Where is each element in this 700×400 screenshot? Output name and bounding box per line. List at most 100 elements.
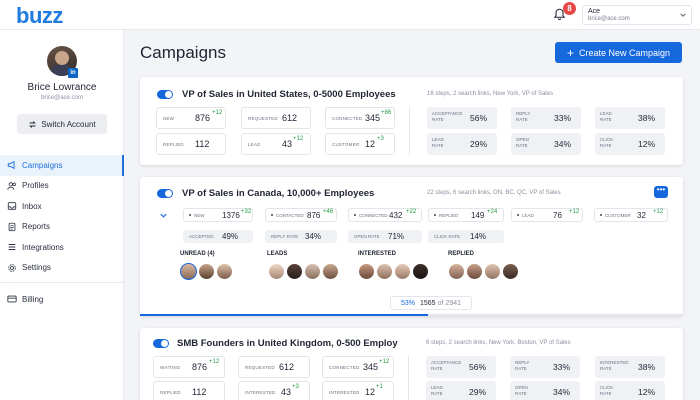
metric-label: Accepted bbox=[189, 234, 214, 239]
stat-delta: +12 bbox=[293, 136, 304, 142]
metric-value: 56% bbox=[469, 362, 487, 372]
create-campaign-button[interactable]: + Create New Campaign bbox=[555, 42, 682, 63]
stat-delta: +1 bbox=[376, 384, 383, 390]
stat-delta: +46 bbox=[323, 209, 334, 215]
sidebar-item-campaigns[interactable]: Campaigns bbox=[0, 155, 124, 176]
sidebar-item-inbox[interactable]: Inbox bbox=[0, 196, 124, 217]
sidebar: in Brice Lowrance brice@ace.com Switch A… bbox=[0, 30, 124, 400]
avatar[interactable] bbox=[376, 263, 393, 280]
stat-delta: +22 bbox=[406, 209, 417, 215]
sidebar-item-reports[interactable]: Reports bbox=[0, 217, 124, 238]
profile-email: brice@ace.com bbox=[41, 95, 83, 101]
campaign-toggle[interactable] bbox=[157, 90, 173, 99]
stat-delta: +12 bbox=[209, 359, 220, 365]
stat-value: 345 bbox=[363, 362, 379, 372]
more-options-icon[interactable]: ••• bbox=[654, 186, 668, 198]
metric-lead-rate: Lead rate 38% bbox=[595, 107, 665, 129]
stat-replied: Replied 112 bbox=[156, 133, 226, 155]
metric-reply-rate: Reply rate 34% bbox=[265, 230, 337, 243]
metric-click-rate: Click rate 12% bbox=[595, 381, 665, 400]
campaign-title[interactable]: VP of Sales in United States, 0-5000 Emp… bbox=[182, 89, 396, 100]
sidebar-item-settings[interactable]: Settings bbox=[0, 258, 124, 279]
campaign-toggle[interactable] bbox=[153, 339, 169, 348]
dot bbox=[271, 214, 273, 216]
stat-connected: Connected 432 +22 bbox=[348, 208, 422, 222]
app-logo[interactable]: buzz bbox=[16, 3, 63, 29]
campaign-card[interactable]: VP of Sales in United States, 0-5000 Emp… bbox=[140, 77, 683, 165]
stat-label: Connected bbox=[359, 213, 388, 218]
switch-account-label: Switch Account bbox=[41, 119, 96, 129]
switch-account-button[interactable]: Switch Account bbox=[17, 114, 107, 134]
avatar[interactable] bbox=[466, 263, 483, 280]
sidebar-item-label: Integrations bbox=[22, 242, 64, 252]
dot bbox=[517, 214, 519, 216]
stat-label: Contacted bbox=[276, 213, 304, 218]
avatar[interactable] bbox=[268, 263, 285, 280]
dot bbox=[354, 214, 356, 216]
stat-value: 149 bbox=[471, 211, 485, 220]
metric-label: Click rate bbox=[600, 137, 614, 148]
sidebar-item-profiles[interactable]: Profiles bbox=[0, 176, 124, 197]
avatar[interactable] bbox=[198, 263, 215, 280]
campaign-meta: 16 steps, 2 search links, New York, VP o… bbox=[427, 91, 553, 97]
stat-label: Waiting bbox=[160, 365, 181, 370]
avatar[interactable] bbox=[394, 263, 411, 280]
campaign-card[interactable]: SMB Founders in United Kingdom, 0-500 Em… bbox=[140, 328, 683, 400]
campaign-toggle[interactable] bbox=[157, 189, 173, 198]
stat-delta: +12 bbox=[379, 359, 390, 365]
avatar[interactable] bbox=[448, 263, 465, 280]
avatar[interactable] bbox=[358, 263, 375, 280]
metric-click-rate: Click rate 14% bbox=[428, 230, 504, 243]
campaign-title[interactable]: SMB Founders in United Kingdom, 0-500 Em… bbox=[177, 338, 398, 349]
account-menu[interactable]: Ace brice@ace.com bbox=[582, 5, 692, 25]
stat-value: 12 bbox=[365, 139, 376, 149]
stat-delta: +86 bbox=[381, 110, 392, 116]
stat-label: Interested bbox=[245, 390, 276, 395]
progress-counter: 53% 1565 of 2941 bbox=[390, 296, 472, 310]
stat-requested: Requested 612 bbox=[241, 107, 311, 129]
chevron-down-icon[interactable] bbox=[159, 211, 168, 220]
group-label-unread: UNREAD (4) bbox=[180, 251, 215, 257]
stat-label: Replied bbox=[163, 142, 184, 147]
stat-value: 112 bbox=[192, 387, 207, 397]
avatar[interactable] bbox=[180, 263, 197, 280]
avatar[interactable] bbox=[322, 263, 339, 280]
sidebar-item-integrations[interactable]: Integrations bbox=[0, 237, 124, 258]
stat-value: 43 bbox=[281, 387, 292, 397]
metric-value: 14% bbox=[470, 232, 487, 241]
avatar[interactable] bbox=[484, 263, 501, 280]
group-label-replied: REPLIED bbox=[448, 251, 475, 257]
metric-value: 29% bbox=[469, 387, 487, 397]
sidebar-item-label: Inbox bbox=[22, 201, 42, 211]
metric-label: Acceptance rate bbox=[432, 111, 463, 122]
stat-label: Replied bbox=[160, 390, 181, 395]
stat-label: Lead bbox=[248, 142, 261, 147]
avatar[interactable] bbox=[216, 263, 233, 280]
account-email: brice@ace.com bbox=[588, 16, 630, 22]
stat-label: New bbox=[194, 213, 205, 218]
stat-replied: Replied 112 bbox=[153, 381, 225, 400]
profile-name: Brice Lowrance bbox=[27, 82, 97, 93]
stat-connected: Connected 345 +86 bbox=[325, 107, 395, 129]
metric-value: 38% bbox=[638, 362, 656, 372]
divider bbox=[409, 107, 410, 155]
metric-value: 56% bbox=[470, 113, 488, 123]
stat-value: 876 bbox=[195, 113, 211, 123]
stat-delta: +3 bbox=[292, 384, 299, 390]
stat-label: Lead bbox=[522, 213, 534, 218]
avatar[interactable] bbox=[502, 263, 519, 280]
avatar[interactable] bbox=[412, 263, 429, 280]
campaign-title[interactable]: VP of Sales in Canada, 10,000+ Employees bbox=[182, 188, 374, 199]
chevron-down-icon bbox=[680, 13, 686, 17]
stat-waiting: Waiting 876 +12 bbox=[153, 356, 225, 378]
stat-label: Requested bbox=[248, 116, 278, 121]
metric-label: Lead rate bbox=[432, 137, 444, 148]
stat-label: Customer bbox=[605, 213, 631, 218]
stat-value: 76 bbox=[553, 211, 562, 220]
stat-new: New 1376 +32 bbox=[183, 208, 253, 222]
sidebar-item-billing[interactable]: Billing bbox=[0, 289, 124, 310]
gear-icon bbox=[8, 264, 16, 272]
avatar[interactable] bbox=[304, 263, 321, 280]
sidebar-item-label: Profiles bbox=[22, 181, 49, 191]
avatar[interactable] bbox=[286, 263, 303, 280]
